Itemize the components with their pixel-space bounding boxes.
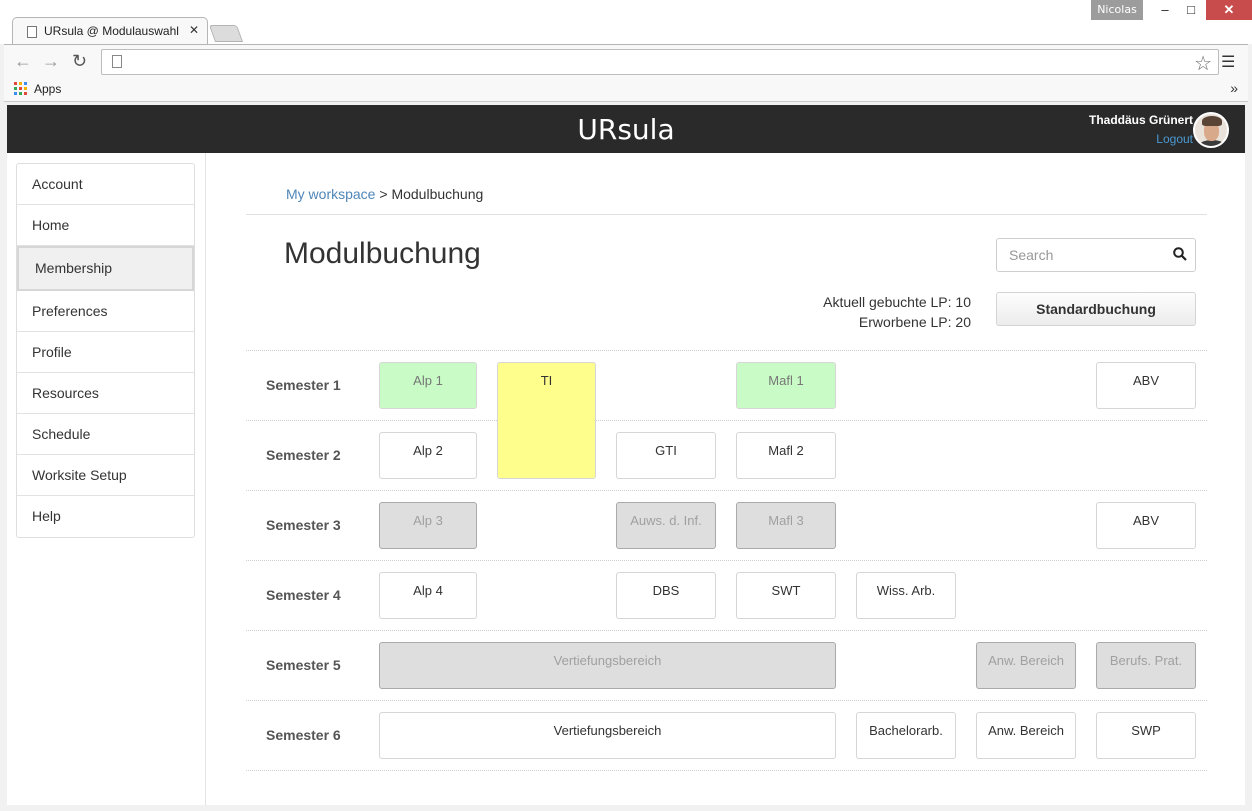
page-icon xyxy=(27,26,37,38)
module-gti[interactable]: GTI xyxy=(616,432,716,479)
sidebar-item-home[interactable]: Home xyxy=(17,205,194,246)
sidebar-item-worksite-setup[interactable]: Worksite Setup xyxy=(17,455,194,496)
module-alp1[interactable]: Alp 1 xyxy=(379,362,477,409)
semester-label: Semester 5 xyxy=(266,657,341,673)
bookmarks-bar: Apps » xyxy=(4,78,1248,102)
sidebar: Account Home Membership Preferences Prof… xyxy=(7,153,206,805)
forward-arrow-icon[interactable]: → xyxy=(42,51,60,72)
back-arrow-icon[interactable]: ← xyxy=(14,51,32,72)
tab-title: URsula @ Modulauswahl xyxy=(44,24,179,38)
avatar[interactable] xyxy=(1193,112,1229,148)
new-tab-button[interactable] xyxy=(208,25,244,42)
tab-close-icon[interactable]: ✕ xyxy=(189,23,199,37)
sidebar-item-profile[interactable]: Profile xyxy=(17,332,194,373)
semester-label: Semester 6 xyxy=(266,727,341,743)
module-vertiefung-s6[interactable]: Vertiefungsbereich xyxy=(379,712,836,759)
search-icon[interactable] xyxy=(1173,247,1187,261)
apps-grid-icon[interactable] xyxy=(14,82,27,95)
module-swt[interactable]: SWT xyxy=(736,572,836,619)
browser-toolbar: ← → ↻ ☆ ☰ xyxy=(4,44,1248,78)
bookmark-star-icon[interactable]: ☆ xyxy=(1194,51,1212,76)
breadcrumb-separator: > xyxy=(379,186,388,202)
module-mafl2[interactable]: Mafl 2 xyxy=(736,432,836,479)
maximize-button[interactable]: □ xyxy=(1176,0,1206,20)
module-wiss-arb[interactable]: Wiss. Arb. xyxy=(856,572,956,619)
browser-tab[interactable]: URsula @ Modulauswahl ✕ xyxy=(12,17,208,45)
sidebar-item-schedule[interactable]: Schedule xyxy=(17,414,194,455)
breadcrumb-workspace-link[interactable]: My workspace xyxy=(286,186,375,202)
divider xyxy=(246,214,1207,215)
profile-chip[interactable]: Nicolas xyxy=(1091,0,1143,20)
earned-lp-text: Erworbene LP: 20 xyxy=(858,314,971,330)
close-window-button[interactable]: ✕ xyxy=(1206,0,1252,20)
standard-booking-button[interactable]: Standardbuchung xyxy=(996,292,1196,326)
sidebar-menu: Account Home Membership Preferences Prof… xyxy=(16,163,195,538)
module-berufs-prat[interactable]: Berufs. Prat. xyxy=(1096,642,1196,689)
module-auws[interactable]: Auws. d. Inf. xyxy=(616,502,716,549)
semester-label: Semester 4 xyxy=(266,587,341,603)
title-bar: Nicolas – □ ✕ URsula @ Modulauswahl ✕ xyxy=(0,0,1252,45)
reload-icon[interactable]: ↻ xyxy=(72,51,87,72)
main-content: Account Home Membership Preferences Prof… xyxy=(7,153,1245,805)
module-swp[interactable]: SWP xyxy=(1096,712,1196,759)
module-anw-bereich-s6[interactable]: Anw. Bereich xyxy=(976,712,1076,759)
apps-link[interactable]: Apps xyxy=(34,82,61,96)
module-bachelorarbeit[interactable]: Bachelorarb. xyxy=(856,712,956,759)
sidebar-item-help[interactable]: Help xyxy=(17,496,194,537)
current-lp-text: Aktuell gebuchte LP: 10 xyxy=(823,294,971,310)
user-name: Thaddäus Grünert xyxy=(1088,113,1193,127)
browser-window: Nicolas – □ ✕ URsula @ Modulauswahl ✕ ← … xyxy=(0,0,1252,811)
module-mafl3[interactable]: Mafl 3 xyxy=(736,502,836,549)
module-alp2[interactable]: Alp 2 xyxy=(379,432,477,479)
module-grid: Semester 1 Semester 2 Semester 3 Semeste… xyxy=(246,350,1207,771)
module-mafl1[interactable]: Mafl 1 xyxy=(736,362,836,409)
semester-label: Semester 1 xyxy=(266,377,341,393)
semester-label: Semester 3 xyxy=(266,517,341,533)
breadcrumb: My workspace > Modulbuchung xyxy=(286,186,483,202)
sidebar-item-resources[interactable]: Resources xyxy=(17,373,194,414)
module-anw-bereich-s5[interactable]: Anw. Bereich xyxy=(976,642,1076,689)
module-alp3[interactable]: Alp 3 xyxy=(379,502,477,549)
lp-summary: Aktuell gebuchte LP: 10 Erworbene LP: 20 xyxy=(823,292,971,332)
brand-title: URsula xyxy=(577,113,675,146)
module-vertiefung-s5[interactable]: Vertiefungsbereich xyxy=(379,642,836,689)
search-input[interactable] xyxy=(997,239,1167,271)
app-header: URsula Thaddäus Grünert Logout xyxy=(7,105,1245,153)
page-icon xyxy=(112,55,122,68)
sidebar-item-membership[interactable]: Membership xyxy=(17,246,194,291)
search-box xyxy=(996,238,1196,272)
module-alp4[interactable]: Alp 4 xyxy=(379,572,477,619)
address-bar[interactable]: ☆ xyxy=(101,49,1219,75)
sidebar-item-account[interactable]: Account xyxy=(17,164,194,205)
breadcrumb-current: Modulbuchung xyxy=(391,186,484,202)
bookmarks-overflow-icon[interactable]: » xyxy=(1230,80,1238,96)
module-dbs[interactable]: DBS xyxy=(616,572,716,619)
logout-link[interactable]: Logout xyxy=(1156,132,1193,146)
browser-menu-icon[interactable]: ☰ xyxy=(1221,52,1235,72)
module-abv-s1[interactable]: ABV xyxy=(1096,362,1196,409)
module-ti[interactable]: TI xyxy=(497,362,596,479)
sidebar-item-preferences[interactable]: Preferences xyxy=(17,291,194,332)
page-title: Modulbuchung xyxy=(284,237,481,270)
module-abv-s3[interactable]: ABV xyxy=(1096,502,1196,549)
semester-label: Semester 2 xyxy=(266,447,341,463)
